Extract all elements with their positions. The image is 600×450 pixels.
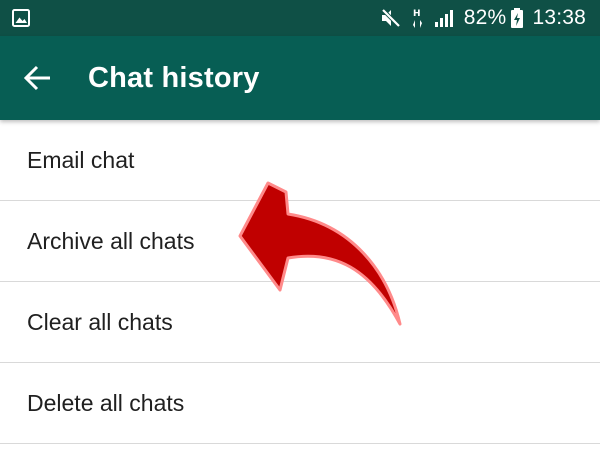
menu-item-label: Clear all chats (27, 309, 173, 335)
chat-history-menu: Email chat Archive all chats Clear all c… (0, 120, 600, 444)
status-icons: H 82% 13:38 (370, 0, 586, 36)
arrow-back-icon (24, 65, 50, 91)
menu-item-label: Delete all chats (27, 390, 185, 416)
clock: 13:38 (532, 6, 586, 29)
menu-item-label: Archive all chats (27, 228, 195, 254)
image-notification-icon (12, 9, 30, 27)
screen: H 82% 13:38 Chat history Email chat Arch… (0, 0, 600, 450)
delete-all-chats-item[interactable]: Delete all chats (0, 363, 600, 444)
archive-all-chats-item[interactable]: Archive all chats (0, 201, 600, 282)
back-button[interactable] (18, 58, 58, 98)
clear-all-chats-item[interactable]: Clear all chats (0, 282, 600, 363)
svg-text:H: H (413, 9, 421, 19)
app-bar: Chat history (0, 36, 600, 120)
mute-icon (381, 8, 401, 28)
menu-item-label: Email chat (27, 147, 135, 173)
hspa-signal-icon: H (412, 9, 422, 28)
email-chat-item[interactable]: Email chat (0, 120, 600, 201)
status-bar: H 82% 13:38 (0, 0, 600, 36)
battery-percent: 82% (463, 6, 507, 29)
cell-signal-icon (434, 10, 453, 27)
battery-charging-icon (511, 8, 524, 28)
page-title: Chat history (88, 62, 260, 94)
